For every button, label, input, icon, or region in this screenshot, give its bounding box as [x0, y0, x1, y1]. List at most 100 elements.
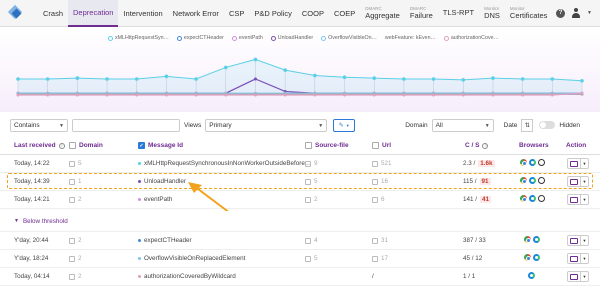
col-cs[interactable]: C / S? — [465, 142, 489, 149]
col-message-id[interactable]: ✓ Message Id — [138, 142, 183, 149]
series-point[interactable] — [580, 78, 584, 83]
below-threshold-toggle[interactable]: ▼ Below threshold — [0, 211, 600, 232]
hidden-toggle[interactable] — [539, 121, 556, 129]
folder-button[interactable] — [567, 194, 581, 205]
copy-icon[interactable] — [69, 273, 75, 280]
series-point[interactable] — [16, 93, 20, 97]
series-point[interactable] — [580, 91, 584, 95]
series-point[interactable] — [520, 77, 525, 81]
col-url-checkbox[interactable] — [372, 142, 379, 149]
chevron-down-icon[interactable]: ▼ — [581, 235, 589, 246]
copy-icon[interactable] — [305, 255, 311, 262]
series-point[interactable] — [105, 93, 109, 97]
series-point[interactable] — [491, 76, 495, 80]
copy-icon[interactable] — [69, 237, 75, 244]
table-row[interactable]: Today, 04:14 2 authorizationCoveredByWil… — [0, 268, 600, 286]
series-point[interactable] — [372, 93, 376, 97]
col-source-file-checkbox[interactable] — [305, 142, 312, 149]
folder-button[interactable] — [567, 253, 581, 264]
cell-message[interactable]: eventPath — [138, 196, 172, 203]
series-point[interactable] — [164, 93, 168, 97]
series-point[interactable] — [135, 93, 139, 97]
edit-view-button[interactable]: ✎ ▼ — [333, 118, 356, 132]
col-domain-checkbox[interactable] — [69, 142, 76, 149]
series-point[interactable] — [75, 76, 80, 80]
series-point[interactable] — [461, 93, 465, 97]
chevron-down-icon[interactable]: ▼ — [581, 194, 589, 205]
tab-monitor-dns[interactable]: Monitor DNS — [479, 0, 505, 27]
series-point[interactable] — [224, 93, 228, 97]
series-point[interactable] — [313, 73, 317, 78]
series-point[interactable] — [283, 93, 287, 97]
copy-icon[interactable] — [69, 255, 75, 262]
series-point[interactable] — [432, 93, 436, 97]
series-point[interactable] — [283, 68, 287, 72]
folder-button[interactable] — [567, 271, 581, 282]
copy-icon[interactable] — [372, 160, 378, 167]
table-row[interactable]: Today, 14:22 5 xMLHttpRequestSynchronous… — [0, 155, 600, 173]
match-mode-select[interactable]: Contains ▼ — [10, 118, 68, 132]
series-point[interactable] — [45, 77, 50, 81]
series-point[interactable] — [342, 75, 347, 80]
col-message-id-checkbox[interactable]: ✓ — [138, 142, 145, 149]
tab-coep[interactable]: COEP — [329, 0, 360, 27]
series-point[interactable] — [16, 77, 20, 81]
series-point[interactable] — [521, 93, 525, 97]
help-icon[interactable]: ? — [556, 8, 566, 18]
copy-icon[interactable] — [372, 255, 378, 262]
domain-select[interactable]: All ▼ — [431, 118, 494, 132]
series-point[interactable] — [343, 93, 347, 97]
series-point[interactable] — [164, 74, 169, 79]
series-point[interactable] — [194, 93, 198, 97]
series-point[interactable] — [134, 77, 139, 81]
table-row[interactable]: Today, 14:21 2 eventPath 2 6 141 / 41 ▼ — [0, 191, 600, 209]
tab-tls-rpt[interactable]: TLS-RPT — [438, 0, 479, 27]
app-logo-icon[interactable] — [7, 4, 24, 21]
series-point[interactable] — [46, 93, 50, 97]
table-row[interactable]: Y'day, 18:24 2 OverflowVisibleOnReplaced… — [0, 250, 600, 268]
chevron-down-icon[interactable]: ▼ — [587, 10, 592, 16]
folder-button[interactable] — [567, 158, 581, 169]
tab-deprecation[interactable]: Deprecation — [68, 0, 119, 27]
series-point[interactable] — [105, 77, 109, 81]
cell-message[interactable]: authorizationCoveredByWildcard — [138, 273, 236, 280]
user-icon[interactable] — [571, 8, 581, 18]
copy-icon[interactable] — [69, 196, 75, 203]
sort-date-icon[interactable]: ⇅ — [521, 118, 534, 132]
cell-message[interactable]: OverflowVisibleOnReplacedElement — [138, 255, 245, 262]
series-point[interactable] — [402, 93, 406, 97]
col-domain[interactable]: Domain — [69, 142, 103, 149]
chevron-down-icon[interactable]: ▼ — [581, 253, 589, 264]
tab-pd-policy[interactable]: P&D Policy — [249, 0, 297, 27]
copy-icon[interactable] — [372, 196, 378, 203]
series-point[interactable] — [253, 77, 257, 81]
series-point[interactable] — [550, 93, 554, 97]
tab-monitor-certificates[interactable]: Monitor Certificates — [505, 0, 553, 27]
series-point[interactable] — [431, 77, 436, 81]
tab-csp[interactable]: CSP — [224, 0, 249, 27]
copy-icon[interactable] — [372, 237, 378, 244]
series-point[interactable] — [253, 93, 257, 97]
col-last-received[interactable]: Last received? — [14, 142, 65, 149]
col-source-file[interactable]: Source-file — [305, 142, 349, 149]
series-point[interactable] — [461, 78, 466, 82]
search-input[interactable] — [72, 118, 180, 132]
series-point[interactable] — [372, 76, 377, 80]
tab-intervention[interactable]: Intervention — [118, 0, 167, 27]
view-select[interactable]: Primary ▼ — [205, 118, 328, 132]
series-point[interactable] — [402, 77, 406, 81]
folder-button[interactable] — [567, 235, 581, 246]
series-point[interactable] — [223, 65, 228, 70]
copy-icon[interactable] — [305, 160, 311, 167]
help-icon[interactable]: ? — [482, 142, 489, 149]
tab-crash[interactable]: Crash — [38, 0, 68, 27]
copy-icon[interactable] — [305, 237, 311, 244]
series-point[interactable] — [194, 77, 198, 81]
tab-dmarc-aggregate[interactable]: DMARC Aggregate — [360, 0, 405, 27]
copy-icon[interactable] — [69, 160, 75, 167]
col-url[interactable]: Url — [372, 142, 391, 149]
table-row[interactable]: Y'day, 20:44 2 expectCTHeader 4 31 387 /… — [0, 232, 600, 250]
tab-coop[interactable]: COOP — [297, 0, 329, 27]
series-point[interactable] — [253, 57, 258, 62]
cell-message[interactable]: expectCTHeader — [138, 237, 192, 244]
